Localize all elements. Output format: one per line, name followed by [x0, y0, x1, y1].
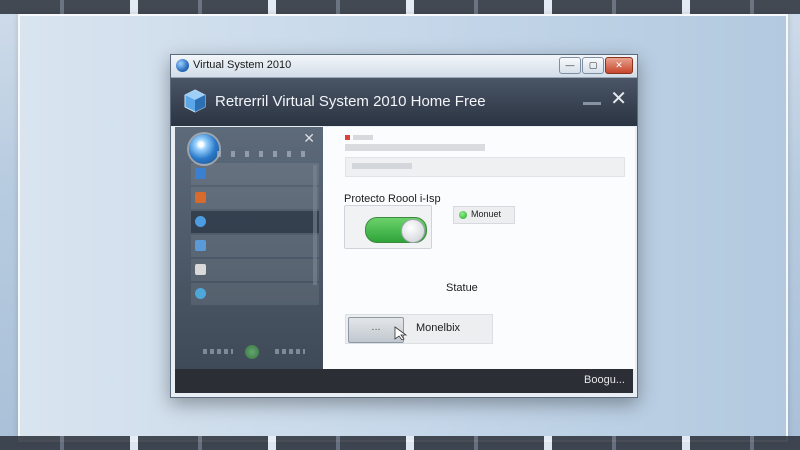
globe-small-icon [195, 288, 206, 299]
monitor-label: Monelbix [416, 322, 461, 334]
minimize-button[interactable]: — [559, 57, 581, 74]
protection-toggle-panel [344, 205, 432, 249]
status-bar-text: Boogu... [584, 374, 625, 386]
sidebar-item[interactable] [191, 187, 319, 209]
monitor-row: ·∙· Monelbix [345, 314, 493, 344]
sidebar-footer [199, 343, 309, 361]
sidebar-item-icon [195, 168, 206, 179]
flag-icon [195, 192, 206, 203]
blurred-field [345, 157, 625, 177]
document-icon [195, 240, 206, 251]
maximize-button[interactable]: ▢ [582, 57, 604, 74]
search-icon [195, 216, 206, 227]
app-window: Virtual System 2010 — ▢ ✕ Retrerril Virt… [170, 54, 638, 398]
blurred-text [353, 135, 373, 140]
sidebar-item[interactable] [191, 283, 319, 305]
protection-toggle[interactable] [365, 217, 427, 243]
close-button[interactable]: ✕ [605, 57, 633, 74]
window-title: Virtual System 2010 [193, 59, 292, 71]
header-close-button[interactable]: ✕ [610, 89, 627, 109]
status-bar: Boogu... [175, 369, 633, 393]
status-label: Statue [446, 282, 478, 294]
green-status-icon [459, 211, 467, 219]
monitor-status-chip: Monuet [453, 206, 515, 224]
sidebar-list [191, 163, 319, 307]
sidebar-item[interactable] [191, 235, 319, 257]
blurred-text [345, 144, 485, 151]
app-header-title: Retrerril Virtual System 2010 Home Free [215, 93, 486, 110]
shield-icon [195, 264, 206, 275]
sidebar: ✕ [175, 127, 324, 369]
cursor-icon [394, 326, 408, 340]
torn-frame-bottom [0, 436, 800, 450]
sidebar-scrollbar[interactable] [313, 165, 317, 285]
sidebar-footer-left [203, 349, 233, 354]
app-icon [176, 59, 189, 72]
sidebar-item[interactable] [191, 259, 319, 281]
sidebar-item[interactable] [191, 211, 319, 233]
alert-marker [345, 135, 350, 140]
window-titlebar: Virtual System 2010 — ▢ ✕ [171, 55, 637, 78]
window-controls: — ▢ ✕ [559, 57, 633, 74]
sidebar-footer-right [275, 349, 305, 354]
status-dot-icon [245, 345, 259, 359]
app-header: Retrerril Virtual System 2010 Home Free … [171, 78, 637, 126]
sidebar-item[interactable] [191, 163, 319, 185]
main-content: Protecto Roool i-Isp Monuet Statue ·∙· M… [323, 127, 635, 369]
monitor-chip-label: Monuet [471, 209, 502, 219]
torn-frame-top [0, 0, 800, 14]
app-logo-icon [184, 89, 206, 113]
protection-label: Protecto Roool i-Isp [344, 193, 441, 205]
globe-icon [189, 134, 219, 164]
toggle-knob [401, 219, 425, 243]
sidebar-close-button[interactable]: ✕ [303, 130, 315, 147]
sidebar-toolbar [217, 151, 307, 157]
header-minimize-button[interactable] [583, 102, 601, 105]
